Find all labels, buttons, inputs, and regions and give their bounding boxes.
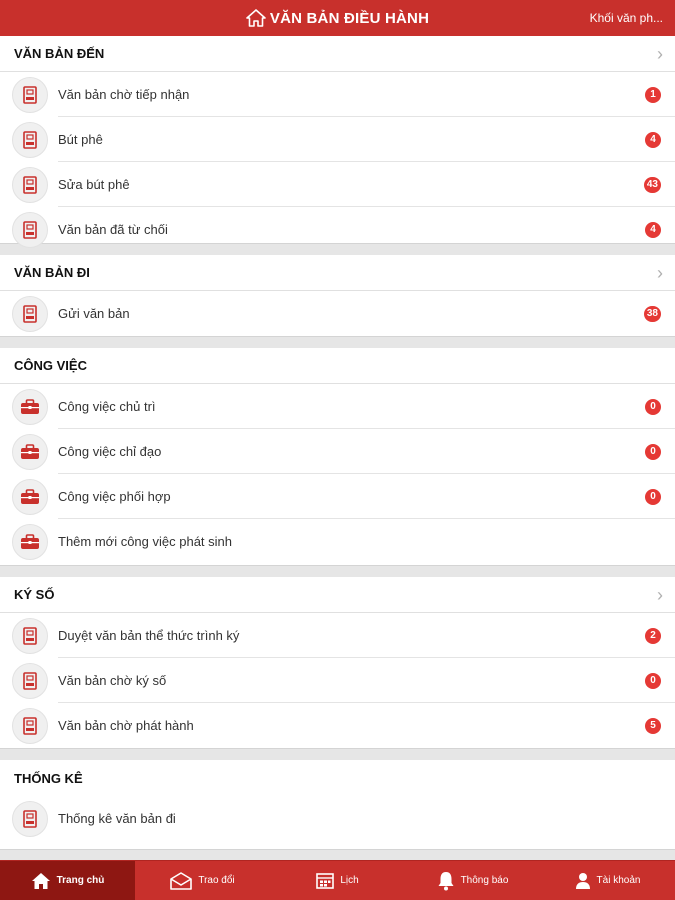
list-item[interactable]: Văn bản chờ ký số 0 bbox=[0, 658, 675, 703]
item-label: Gửi văn bản bbox=[58, 306, 130, 321]
tab-account[interactable]: Tài khoản bbox=[540, 861, 675, 900]
section-tasks: CÔNG VIỆC Công việc chủ trì 0 Công việc … bbox=[0, 348, 675, 566]
count-badge: 4 bbox=[645, 222, 661, 238]
count-badge: 0 bbox=[645, 489, 661, 505]
section-title: VĂN BẢN ĐI bbox=[14, 265, 90, 280]
list-item[interactable]: Bút phê 4 bbox=[0, 117, 675, 162]
chevron-right-icon: › bbox=[657, 263, 663, 283]
chevron-right-icon: › bbox=[657, 585, 663, 605]
item-label: Văn bản chờ ký số bbox=[58, 673, 167, 688]
count-badge: 0 bbox=[645, 673, 661, 689]
item-label: Thêm mới công việc phát sinh bbox=[58, 534, 232, 549]
section-title: VĂN BẢN ĐẾN bbox=[14, 46, 105, 61]
item-label: Thống kê văn bản đi bbox=[58, 811, 176, 826]
section-header[interactable]: CÔNG VIỆC bbox=[0, 348, 675, 384]
document-icon bbox=[12, 707, 48, 744]
section-title: CÔNG VIỆC bbox=[14, 358, 87, 373]
list-item[interactable]: Sửa bút phê 43 bbox=[0, 162, 675, 207]
section-outgoing-documents: VĂN BẢN ĐI › Gửi văn bản 38 bbox=[0, 255, 675, 337]
tab-label: Trao đổi bbox=[198, 875, 235, 886]
tab-notifications[interactable]: Thông báo bbox=[405, 861, 540, 900]
calendar-icon bbox=[316, 872, 335, 889]
count-badge: 38 bbox=[643, 306, 661, 322]
item-label: Văn bản chờ phát hành bbox=[58, 718, 194, 733]
section-title: THỐNG KÊ bbox=[14, 770, 83, 786]
count-badge: 5 bbox=[645, 718, 661, 734]
tab-label: Tài khoản bbox=[596, 875, 641, 886]
top-bar: VĂN BẢN ĐIỀU HÀNH Khối văn ph... bbox=[0, 0, 675, 36]
section-header[interactable]: KÝ SỐ › bbox=[0, 577, 675, 613]
list-item[interactable]: Văn bản chờ phát hành 5 bbox=[0, 703, 675, 748]
briefcase-icon bbox=[12, 433, 48, 470]
item-label: Công việc chủ trì bbox=[58, 399, 156, 414]
document-icon bbox=[12, 800, 48, 837]
item-label: Bút phê bbox=[58, 132, 103, 147]
briefcase-icon bbox=[12, 523, 48, 560]
document-icon bbox=[12, 166, 48, 203]
section-incoming-documents: VĂN BẢN ĐẾN › Văn bản chờ tiếp nhận 1 Bú… bbox=[0, 36, 675, 248]
item-label: Văn bản đã từ chối bbox=[58, 222, 168, 237]
section-title: KÝ SỐ bbox=[14, 587, 55, 602]
tab-calendar[interactable]: Lịch bbox=[270, 861, 405, 900]
list-item[interactable]: Thống kê văn bản đi bbox=[0, 796, 675, 841]
bottom-tab-bar: Trang chủ Trao đổi Lịch Thông báo Tài kh… bbox=[0, 860, 675, 900]
mail-icon bbox=[170, 871, 193, 890]
item-label: Công việc chỉ đạo bbox=[58, 444, 162, 459]
tab-label: Trang chủ bbox=[56, 875, 105, 886]
item-label: Văn bản chờ tiếp nhận bbox=[58, 87, 190, 102]
document-icon bbox=[12, 295, 48, 332]
list-item[interactable]: Duyệt văn bản thể thức trình ký 2 bbox=[0, 613, 675, 658]
count-badge: 43 bbox=[643, 177, 661, 193]
home-icon bbox=[31, 872, 50, 889]
list-item[interactable]: Thêm mới công việc phát sinh bbox=[0, 519, 675, 564]
briefcase-icon bbox=[12, 478, 48, 515]
briefcase-icon bbox=[12, 388, 48, 425]
bell-icon bbox=[438, 871, 454, 890]
tab-messages[interactable]: Trao đổi bbox=[135, 861, 270, 900]
menu-list: VĂN BẢN ĐẾN › Văn bản chờ tiếp nhận 1 Bú… bbox=[0, 36, 675, 860]
item-label: Duyệt văn bản thể thức trình ký bbox=[58, 628, 240, 643]
list-item[interactable]: Công việc chủ trì 0 bbox=[0, 384, 675, 429]
count-badge: 0 bbox=[645, 399, 661, 415]
count-badge: 2 bbox=[645, 628, 661, 644]
section-header[interactable]: VĂN BẢN ĐẾN › bbox=[0, 36, 675, 72]
list-item[interactable]: Công việc chỉ đạo 0 bbox=[0, 429, 675, 474]
document-icon bbox=[12, 76, 48, 113]
chevron-right-icon: › bbox=[657, 44, 663, 64]
home-icon bbox=[246, 9, 266, 27]
section-header[interactable]: VĂN BẢN ĐI › bbox=[0, 255, 675, 291]
app-title: VĂN BẢN ĐIỀU HÀNH bbox=[0, 0, 675, 36]
tab-label: Lịch bbox=[340, 875, 359, 886]
user-icon bbox=[575, 872, 590, 889]
item-label: Sửa bút phê bbox=[58, 177, 130, 192]
item-label: Công việc phối hợp bbox=[58, 489, 171, 504]
count-badge: 0 bbox=[645, 444, 661, 460]
count-badge: 4 bbox=[645, 132, 661, 148]
list-item[interactable]: Văn bản chờ tiếp nhận 1 bbox=[0, 72, 675, 117]
list-item[interactable]: Công việc phối hợp 0 bbox=[0, 474, 675, 519]
document-icon bbox=[12, 211, 48, 248]
list-item[interactable]: Văn bản đã từ chối 4 bbox=[0, 207, 675, 252]
tab-home[interactable]: Trang chủ bbox=[0, 861, 135, 900]
document-icon bbox=[12, 662, 48, 699]
org-selector[interactable]: Khối văn ph... bbox=[590, 0, 663, 36]
document-icon bbox=[12, 121, 48, 158]
document-icon bbox=[12, 617, 48, 654]
count-badge: 1 bbox=[645, 87, 661, 103]
list-item[interactable]: Gửi văn bản 38 bbox=[0, 291, 675, 336]
section-header[interactable]: THỐNG KÊ bbox=[0, 760, 675, 796]
section-statistics: THỐNG KÊ Thống kê văn bản đi bbox=[0, 760, 675, 850]
section-digital-signature: KÝ SỐ › Duyệt văn bản thể thức trình ký … bbox=[0, 577, 675, 749]
tab-label: Thông báo bbox=[460, 875, 509, 886]
app-title-text: VĂN BẢN ĐIỀU HÀNH bbox=[269, 9, 430, 27]
